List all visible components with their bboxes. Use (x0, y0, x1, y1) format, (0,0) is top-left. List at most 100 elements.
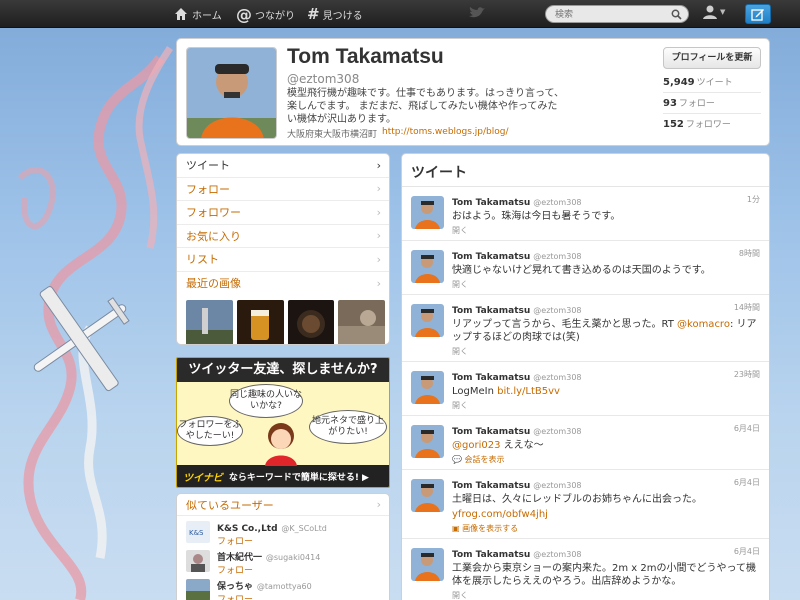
tweet-item[interactable]: Tom Takamatsu @eztom308 6月4日 @gori023 ええな… (402, 416, 769, 470)
nav-item-lists[interactable]: リスト › (177, 248, 389, 272)
suggested-user-name[interactable]: 保っちゃ (217, 582, 253, 592)
avatar[interactable] (411, 548, 444, 581)
avatar[interactable] (411, 250, 444, 283)
avatar[interactable] (411, 371, 444, 404)
avatar[interactable] (411, 196, 444, 229)
image-icon: ▣ (452, 524, 460, 533)
tweet-time[interactable]: 14時間 (734, 302, 760, 313)
profile-avatar[interactable] (186, 47, 277, 139)
tweet-expand-link[interactable]: 開く (452, 279, 760, 290)
tweet-item[interactable]: Tom Takamatsu @eztom308 8時間 快適じゃないけど晃れて書き… (402, 241, 769, 295)
nav-item-favorites[interactable]: お気に入り › (177, 225, 389, 248)
tweet-author[interactable]: Tom Takamatsu (452, 427, 530, 437)
recent-image-thumb[interactable] (186, 300, 233, 344)
avatar[interactable] (186, 579, 210, 600)
nav-item-label: ツイート (186, 159, 230, 173)
avatar[interactable] (411, 425, 444, 458)
avatar[interactable] (186, 550, 210, 572)
recent-image-thumb[interactable] (236, 300, 284, 344)
tweet-expand-link[interactable]: 開く (452, 346, 760, 357)
ad-bubble: フォロワーをふやしたーい! (177, 416, 243, 446)
tweet-time[interactable]: 6月4日 (734, 477, 760, 488)
tweet-time[interactable]: 8時間 (739, 248, 760, 259)
tweet-expand-link[interactable]: 開く (452, 590, 760, 600)
nav-item-followers[interactable]: フォロワー › (177, 201, 389, 225)
compose-tweet-button[interactable] (745, 4, 771, 24)
recent-image-thumb[interactable] (287, 300, 335, 344)
avatar[interactable] (411, 479, 444, 512)
tweet-author[interactable]: Tom Takamatsu (452, 481, 530, 491)
stat-following[interactable]: 93 フォロー (663, 96, 761, 114)
tweet-time[interactable]: 23時間 (734, 369, 760, 380)
tweet-item[interactable]: Tom Takamatsu @eztom308 6月4日 土曜日は、久々にレッドブ… (402, 470, 769, 539)
avatar[interactable] (411, 304, 444, 337)
top-navigation-bar: ホーム @ つながり # 見つける ▼ (0, 0, 800, 28)
nav-item-following[interactable]: フォロー › (177, 178, 389, 201)
stat-tweets[interactable]: 5,949 ツイート (663, 75, 761, 93)
follow-link[interactable]: フォロー (217, 563, 389, 576)
ad-title: ツイッター友達、探しませんか? (177, 358, 389, 382)
follow-link[interactable]: フォロー (217, 592, 389, 600)
tweet-item[interactable]: Tom Takamatsu @eztom308 14時間 リアップって言うから、毛… (402, 295, 769, 362)
ad-footer-text: ならキーワードで簡単に探せる! ▶ (228, 472, 369, 483)
nav-home[interactable]: ホーム (174, 0, 222, 28)
tweet-expand-link[interactable]: 開く (452, 400, 760, 411)
tweet-author[interactable]: Tom Takamatsu (452, 306, 530, 316)
show-conversation-label: 会話を表示 (464, 455, 505, 464)
tweet-author[interactable]: Tom Takamatsu (452, 373, 530, 383)
url-link[interactable]: bit.ly/LtB5vv (497, 386, 560, 397)
ad-illustration: 同じ趣味の人いないかな? フォロワーをふやしたーい! 地元ネタで盛り上がりたい! (177, 382, 389, 466)
edit-profile-button[interactable]: プロフィールを更新 (663, 47, 761, 69)
similar-users-title: 似ているユーザー (186, 498, 274, 512)
tweet-handle: @eztom308 (533, 427, 582, 436)
suggested-user-name[interactable]: K&S Co.,Ltd (217, 524, 278, 534)
home-icon (175, 8, 187, 20)
similar-users-header[interactable]: 似ているユーザー › (177, 494, 389, 516)
tweet-author[interactable]: Tom Takamatsu (452, 550, 530, 560)
nav-connect[interactable]: @ つながり (236, 0, 295, 28)
nav-item-tweets[interactable]: ツイート › (177, 154, 389, 178)
search-box[interactable] (545, 5, 689, 23)
tweet-time[interactable]: 6月4日 (734, 423, 760, 434)
show-image-link[interactable]: ▣ 画像を表示する (452, 523, 760, 534)
nav-item-recent-images[interactable]: 最近の画像 › (177, 272, 389, 296)
tweet-time[interactable]: 1分 (747, 194, 760, 205)
profile-navigation: ツイート › フォロー › フォロワー › お気に入り › リスト › 最近の画像 › (176, 153, 390, 345)
chevron-right-icon: › (376, 252, 381, 266)
search-input[interactable] (546, 7, 656, 23)
tweet-expand-link[interactable]: 開く (452, 225, 760, 236)
search-icon[interactable] (671, 9, 682, 20)
mention-link[interactable]: @gori023 (452, 440, 500, 451)
timeline-title: ツイート (402, 154, 769, 187)
ad-character-illustration (265, 423, 297, 466)
user-menu[interactable]: ▼ (702, 4, 725, 20)
url-link[interactable]: yfrog.com/obfw4jhj (452, 508, 760, 521)
mention-link[interactable]: @komacro (677, 319, 730, 330)
tweet-item[interactable]: Tom Takamatsu @eztom308 6月4日 工業会から東京ショーの案… (402, 539, 769, 600)
tweet-item[interactable]: Tom Takamatsu @eztom308 1分 おはよう。珠海は今日も暑そう… (402, 187, 769, 241)
tweet-author[interactable]: Tom Takamatsu (452, 252, 530, 262)
recent-image-thumb[interactable] (338, 300, 385, 344)
tweet-text: リアップって言うから、毛生え薬かと思った。RT @komacro: リアップする… (452, 318, 760, 344)
tweet-timeline: ツイート Tom Takamatsu @eztom308 1分 おはよう。珠海は今… (401, 153, 770, 600)
compose-icon (751, 9, 764, 21)
chevron-right-icon: › (376, 158, 381, 172)
stat-followers[interactable]: 152 フォロワー (663, 117, 761, 135)
ad-banner[interactable]: ツイッター友達、探しませんか? 同じ趣味の人いないかな? フォロワーをふやしたー… (176, 357, 390, 488)
show-image-label: 画像を表示する (462, 524, 519, 533)
chevron-right-icon: › (376, 205, 381, 219)
nav-discover[interactable]: # 見つける (307, 0, 363, 28)
profile-url-link[interactable]: http://toms.weblogs.jp/blog/ (382, 127, 509, 137)
tweet-text: 工業会から東京ショーの案内来た。2m x 2mの小間でどうやって機体を展示したら… (452, 563, 756, 587)
suggested-user-handle: @tamottya60 (256, 582, 312, 591)
avatar[interactable]: K&S (186, 521, 210, 543)
tweet-author[interactable]: Tom Takamatsu (452, 198, 530, 208)
suggested-user-name[interactable]: 首木紀代一 (217, 553, 262, 563)
follow-link[interactable]: フォロー (217, 534, 389, 547)
stat-followers-count: 152 (663, 119, 684, 130)
recent-images-strip (177, 295, 389, 344)
chevron-right-icon: › (376, 182, 381, 196)
tweet-item[interactable]: Tom Takamatsu @eztom308 23時間 LogMeIn bit.… (402, 362, 769, 416)
show-conversation-link[interactable]: 💬 会話を表示 (452, 454, 760, 465)
tweet-time[interactable]: 6月4日 (734, 546, 760, 557)
